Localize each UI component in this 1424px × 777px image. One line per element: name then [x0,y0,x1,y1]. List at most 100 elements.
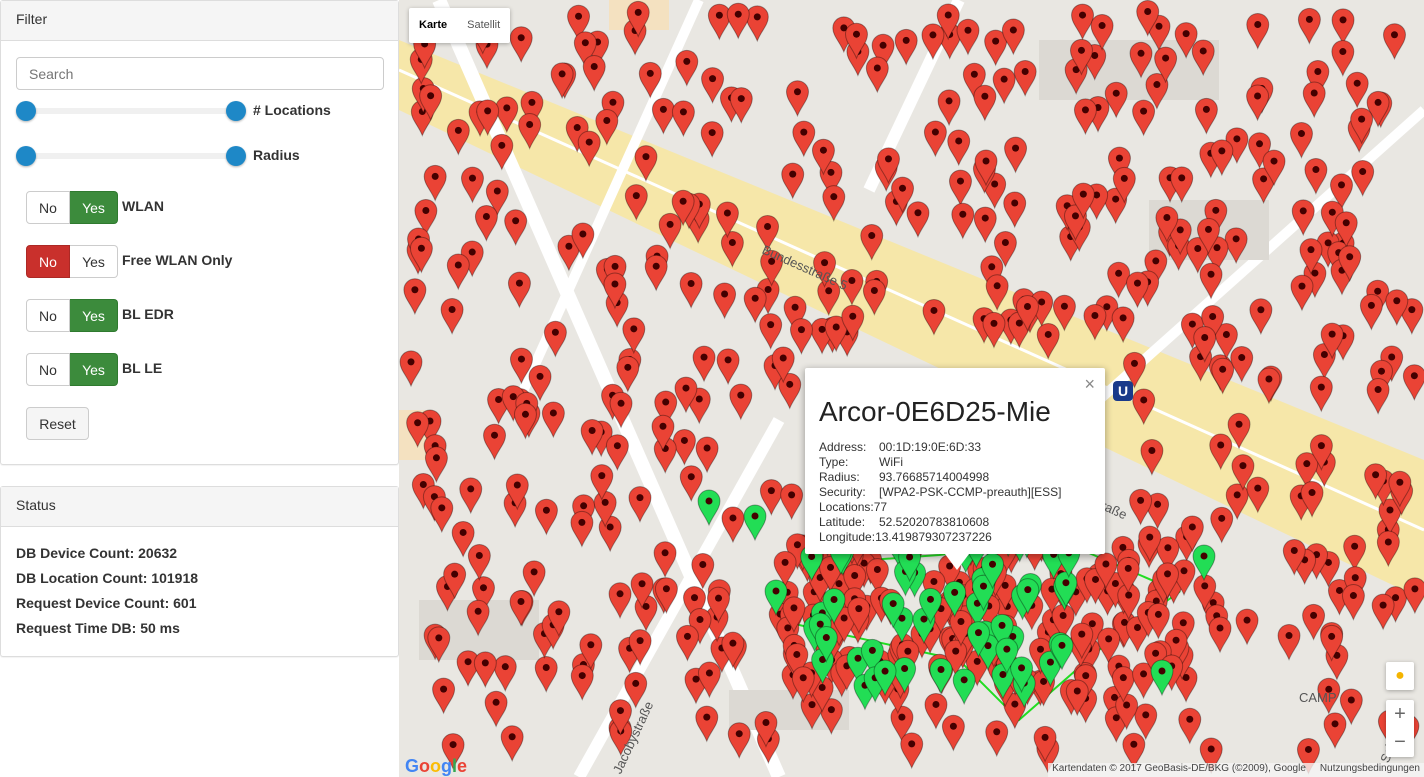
red-wifi-marker-dot [1388,353,1396,361]
red-wifi-marker-dot [1130,740,1138,748]
info-row-longitude: Longitude:13.419879307237226 [819,530,992,544]
free-wlan-yes-button[interactable]: Yes [70,245,118,278]
red-wifi-marker-dot [1347,696,1355,704]
info-row-address: Address: 00:1D:19:0E:6D:33 [819,440,982,454]
red-wifi-marker-dot [454,261,462,269]
red-wifi-marker-dot [616,590,624,598]
green-wifi-marker-dot [951,588,959,596]
locations-slider[interactable] [16,101,246,121]
red-wifi-marker-dot [868,232,876,240]
terms-link[interactable]: Nutzungsbedingungen [1320,763,1420,777]
search-input[interactable] [16,57,384,90]
red-wifi-marker-dot [1303,460,1311,468]
red-wifi-marker-dot [840,614,848,622]
red-wifi-marker-dot [521,410,529,418]
red-wifi-marker-dot [1071,212,1079,220]
red-wifi-marker-dot [1254,92,1262,100]
red-wifi-marker-dot [793,650,801,658]
reset-button[interactable]: Reset [26,407,89,440]
map-type-karte-button[interactable]: Karte [409,8,457,43]
db-device-count: DB Device Count: 20632 [16,545,178,561]
bl-edr-label: BL EDR [122,306,174,322]
red-wifi-marker-dot [611,280,619,288]
red-wifi-marker-dot [945,97,953,105]
info-row-locations: Locations:77 [819,500,888,514]
red-wifi-marker-dot [642,153,650,161]
red-wifi-marker-dot [598,472,606,480]
red-wifi-marker-dot [617,399,625,407]
map-type-satellite-button[interactable]: Satellit [457,8,510,43]
green-wifi-marker-dot [889,600,897,608]
red-wifi-marker-dot [973,657,981,665]
red-wifi-marker-dot [659,105,667,113]
wlan-toggle: No Yes [26,191,118,224]
locations-slider-max-handle[interactable] [226,101,246,121]
red-wifi-marker-dot [536,372,544,380]
red-wifi-marker-dot [899,184,907,192]
red-wifi-marker-dot [565,242,573,250]
red-wifi-marker-dot [1304,745,1312,753]
red-wifi-marker-dot [587,641,595,649]
close-icon[interactable]: × [1084,374,1095,395]
red-wifi-marker-dot [691,594,699,602]
red-wifi-marker-dot [526,120,534,128]
red-wifi-marker-dot [613,442,621,450]
wlan-yes-button[interactable]: Yes [70,191,118,224]
red-wifi-marker-dot [855,605,863,613]
red-wifi-marker-dot [1130,359,1138,367]
red-wifi-marker-dot [422,207,430,215]
red-wifi-marker-dot [687,280,695,288]
red-wifi-marker-dot [1305,15,1313,23]
red-wifi-marker-dot [1351,574,1359,582]
red-wifi-marker-dot [1112,89,1120,97]
green-wifi-marker-dot [1062,579,1070,587]
zoom-out-button[interactable]: − [1386,728,1414,756]
red-wifi-marker-dot [517,34,525,42]
ubahn-icon[interactable]: U [1113,381,1133,401]
red-wifi-marker-dot [1320,351,1328,359]
radius-slider-max-handle[interactable] [226,146,246,166]
red-wifi-marker-dot [573,124,581,132]
status-title: Status [1,487,398,527]
radius-slider[interactable] [16,146,246,166]
red-wifi-marker-dot [1180,567,1188,575]
bl-le-no-button[interactable]: No [26,353,70,386]
red-wifi-marker-dot [1285,632,1293,640]
red-wifi-marker-dot [695,395,703,403]
bl-edr-no-button[interactable]: No [26,299,70,332]
red-wifi-marker-dot [762,718,770,726]
map[interactable]: Bundesstraße 5 Straße Jacobystraße Schil… [399,0,1424,777]
red-wifi-marker-dot [988,263,996,271]
red-wifi-marker-dot [929,31,937,39]
radius-slider-min-handle[interactable] [16,146,36,166]
red-wifi-marker-dot [1317,442,1325,450]
red-wifi-marker-dot [1001,239,1009,247]
pegman-icon[interactable]: ● [1386,662,1414,690]
red-wifi-marker-dot [503,104,511,112]
red-wifi-marker-dot [982,157,990,165]
red-wifi-marker-dot [581,39,589,47]
green-wifi-marker-dot [772,587,780,595]
wlan-no-button[interactable]: No [26,191,70,224]
red-wifi-marker-dot [609,98,617,106]
red-wifi-marker-dot [411,286,419,294]
red-wifi-marker-dot [1140,107,1148,115]
bl-edr-yes-button[interactable]: Yes [70,299,118,332]
green-wifi-marker-dot [1018,664,1026,672]
red-wifi-marker-dot [932,700,940,708]
red-wifi-marker-dot [580,502,588,510]
bl-le-yes-button[interactable]: Yes [70,353,118,386]
zoom-in-button[interactable]: + [1386,700,1414,728]
map-attribution: Kartendaten © 2017 GeoBasis-DE/BKG (©200… [1048,763,1424,777]
red-wifi-marker-dot [1396,478,1404,486]
locations-slider-min-handle[interactable] [16,101,36,121]
red-wifi-marker-dot [1119,314,1127,322]
free-wlan-no-button[interactable]: No [26,245,70,278]
red-wifi-marker-dot [1120,174,1128,182]
red-wifi-marker-dot [703,713,711,721]
red-wifi-marker-dot [1124,564,1132,572]
red-wifi-marker-dot [1140,396,1148,404]
green-wifi-marker-dot [1158,667,1166,675]
red-wifi-marker-dot [1367,301,1375,309]
red-wifi-marker-dot [1328,208,1336,216]
